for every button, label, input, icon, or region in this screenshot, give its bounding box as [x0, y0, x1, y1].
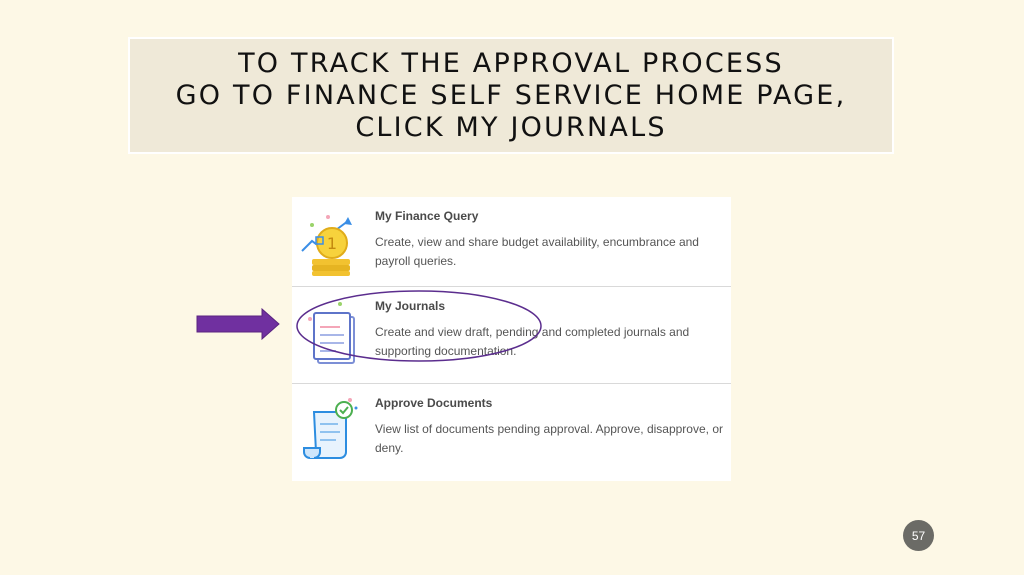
- svg-text:1: 1: [327, 234, 337, 253]
- slide-title-line-2: GO TO FINANCE SELF SERVICE HOME PAGE,: [175, 79, 847, 111]
- card-title: Approve Documents: [375, 396, 493, 410]
- slide-title-box: TO TRACK THE APPROVAL PROCESS GO TO FINA…: [128, 37, 894, 154]
- card-approve-documents[interactable]: Approve Documents View list of documents…: [292, 383, 731, 482]
- coin-chart-icon: 1: [301, 215, 352, 276]
- card-my-finance-query[interactable]: 1 My Finance Query Create, view and shar…: [292, 197, 731, 291]
- card-title: My Finance Query: [375, 209, 479, 223]
- card-description: Create, view and share budget availabili…: [375, 235, 699, 268]
- approve-document-icon: [303, 398, 358, 459]
- page-number-badge: 57: [903, 520, 934, 551]
- highlight-ellipse: [296, 290, 542, 362]
- card-description: View list of documents pending approval.…: [375, 422, 723, 455]
- slide-title-line-3: CLICK MY JOURNALS: [355, 111, 667, 143]
- slide-title-line-1: TO TRACK THE APPROVAL PROCESS: [238, 47, 784, 79]
- right-arrow-icon: [196, 308, 280, 340]
